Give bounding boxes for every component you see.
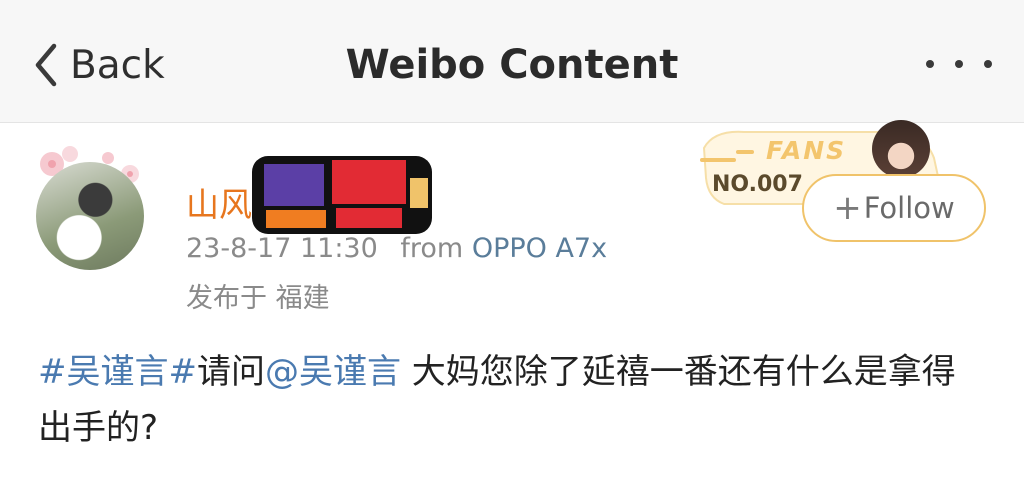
fans-number: NO.007	[712, 172, 803, 197]
redaction-mark	[252, 156, 432, 234]
device-name[interactable]: OPPO A7x	[472, 233, 607, 264]
top-navigation-bar: Back Weibo Content	[0, 0, 1024, 123]
post-text: #吴谨言#请问@吴谨言 大妈您除了延禧一番还有什么是拿得出手的?	[38, 344, 988, 456]
avatar-photo	[36, 162, 144, 270]
follow-label: Follow	[863, 191, 955, 225]
from-label: from	[400, 233, 464, 264]
post-text-part-1: 请问	[196, 352, 265, 392]
post-meta: 23-8-17 11:30 from OPPO A7x	[186, 233, 607, 264]
user-avatar[interactable]	[30, 140, 170, 280]
fans-badge-avatar	[872, 120, 930, 178]
fans-label: FANS	[766, 136, 847, 165]
more-options-icon[interactable]	[926, 52, 992, 76]
username[interactable]: 山风	[186, 178, 252, 226]
page-title: Weibo Content	[345, 42, 679, 88]
topic-hashtag-link[interactable]: #吴谨言#	[38, 352, 197, 392]
follow-button[interactable]: + Follow	[802, 174, 986, 242]
post-location: 发布于 福建	[186, 283, 330, 314]
post-time: 23-8-17 11:30	[186, 233, 378, 264]
mention-link[interactable]: @吴谨言	[265, 352, 401, 392]
plus-icon: +	[833, 188, 862, 228]
